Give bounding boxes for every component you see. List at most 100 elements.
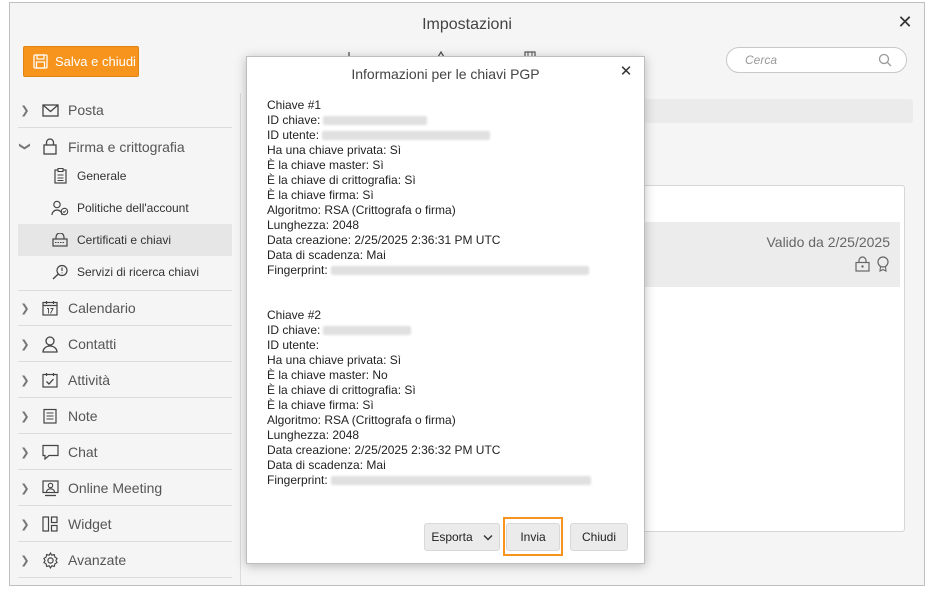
fingerprint-line: Fingerprint: — [267, 263, 627, 278]
content-header-bar — [641, 99, 913, 123]
key-id-label: ID chiave: — [267, 323, 321, 337]
fingerprint-line: Fingerprint: — [267, 473, 627, 488]
chevron-down-icon: ❯ — [18, 141, 31, 152]
certificate-icon — [51, 231, 69, 249]
chevron-right-icon: ❯ — [20, 410, 30, 423]
fingerprint-label: Fingerprint: — [267, 473, 328, 487]
master-key-line: È la chiave master: Sì — [267, 158, 384, 172]
sidebar-item-posta[interactable]: ❯ Posta — [18, 93, 232, 128]
close-label: Chiudi — [581, 530, 617, 544]
chevron-right-icon: ❯ — [20, 446, 30, 459]
valid-from-text: Valido da 2/25/2025 — [766, 234, 890, 250]
creation-date-line: Data creazione: 2/25/2025 2:36:31 PM UTC — [267, 233, 501, 247]
sidebar-item-label: Widget — [68, 516, 112, 532]
envelope-icon — [40, 101, 60, 119]
dialog-close-icon[interactable]: ✕ — [618, 64, 634, 80]
search-input[interactable]: Cerca — [726, 47, 907, 73]
sidebar-subitem-label: Politiche dell'account — [77, 201, 189, 215]
master-key-line: È la chiave master: No — [267, 368, 388, 382]
key-info-text: Chiave #1 ID chiave: ID utente: Ha una c… — [267, 98, 627, 488]
expiry-date-line: Data di scadenza: Mai — [267, 458, 386, 472]
checkbox-icon — [40, 371, 60, 389]
redacted-value — [330, 266, 589, 275]
algorithm-line: Algoritmo: RSA (Crittografa o firma) — [267, 413, 456, 427]
chevron-down-icon — [483, 534, 493, 540]
sidebar-subitem-label: Certificati e chiavi — [77, 233, 172, 247]
sidebar-item-avanzate[interactable]: ❯ Avanzate — [18, 543, 232, 578]
sidebar-subitem-certificati-e-chiavi[interactable]: Certificati e chiavi — [18, 224, 232, 256]
clipboard-icon — [51, 167, 69, 185]
sidebar-item-label: Posta — [68, 102, 104, 118]
key-header: Chiave #2 — [267, 308, 322, 322]
widget-icon — [40, 515, 60, 533]
search-placeholder: Cerca — [745, 53, 778, 67]
save-icon — [33, 54, 48, 69]
sidebar-item-online-meeting[interactable]: ❯ Online Meeting — [18, 471, 232, 506]
meeting-icon — [40, 479, 60, 497]
sidebar-item-label: Note — [68, 408, 98, 424]
key-id-line: ID chiave: — [267, 113, 627, 128]
sidebar-item-label: Avanzate — [68, 552, 127, 568]
award-icon — [877, 256, 889, 272]
chevron-right-icon: ❯ — [20, 374, 30, 387]
close-button[interactable]: Chiudi — [570, 523, 628, 551]
redacted-value — [322, 131, 491, 140]
signing-key-line: È la chiave firma: Sì — [267, 398, 374, 412]
save-and-close-button[interactable]: Salva e chiudi — [23, 46, 139, 77]
sidebar-item-contatti[interactable]: ❯ Contatti — [18, 327, 232, 362]
chat-icon — [40, 443, 60, 461]
sidebar-subitem-label: Generale — [77, 169, 127, 183]
pgp-key-info-dialog: Informazioni per le chiavi PGP ✕ Chiave … — [246, 56, 645, 564]
encryption-key-line: È la chiave di crittografia: Sì — [267, 173, 416, 187]
person-icon — [40, 335, 60, 353]
user-id-label: ID utente: — [267, 128, 320, 142]
window-title: Impostazioni — [422, 16, 512, 33]
certificate-row[interactable]: Valido da 2/25/2025 — [642, 222, 900, 287]
chevron-right-icon: ❯ — [20, 554, 30, 567]
sidebar-item-widget[interactable]: ❯ Widget — [18, 507, 232, 542]
sidebar-item-attivita[interactable]: ❯ Attività — [18, 363, 232, 398]
redacted-value — [330, 476, 591, 485]
sidebar-subitem-politiche-account[interactable]: Politiche dell'account — [18, 192, 232, 224]
key-search-icon — [51, 263, 69, 281]
user-id-line: ID utente: — [267, 128, 627, 143]
certificates-panel: Valido da 2/25/2025 — [641, 185, 905, 532]
sidebar-item-calendario[interactable]: ❯ Calendario — [18, 291, 232, 326]
gear-icon — [40, 551, 60, 569]
creation-date-line: Data creazione: 2/25/2025 2:36:32 PM UTC — [267, 443, 501, 457]
key-id-line: ID chiave: — [267, 323, 627, 338]
chevron-right-icon: ❯ — [20, 482, 30, 495]
sidebar-item-chat[interactable]: ❯ Chat — [18, 435, 232, 470]
sidebar-item-firma-e-crittografia[interactable]: ❯ Firma e crittografia — [18, 129, 232, 164]
redacted-value — [323, 116, 428, 125]
sidebar-subitem-generale[interactable]: Generale — [18, 160, 232, 192]
sidebar-item-label: Online Meeting — [68, 480, 163, 496]
length-line: Lunghezza: 2048 — [267, 218, 360, 232]
send-button-highlight — [503, 517, 563, 556]
sidebar-item-label: Firma e crittografia — [68, 138, 185, 155]
signing-key-line: È la chiave firma: Sì — [267, 188, 374, 202]
lock-icon — [40, 138, 60, 156]
export-button[interactable]: Esporta — [424, 523, 500, 551]
sidebar-subitem-label: Servizi di ricerca chiavi — [77, 265, 200, 279]
redacted-value — [323, 326, 412, 335]
chevron-right-icon: ❯ — [20, 302, 30, 315]
user-policy-icon — [51, 199, 69, 217]
sidebar-item-note[interactable]: ❯ Note — [18, 399, 232, 434]
window-close-icon[interactable]: ✕ — [896, 13, 914, 31]
sidebar-item-label: Chat — [68, 444, 98, 460]
sidebar-item-label: Contatti — [68, 336, 117, 352]
note-icon — [40, 407, 60, 425]
private-key-line: Ha una chiave privata: Sì — [267, 353, 402, 367]
key-id-label: ID chiave: — [267, 113, 321, 127]
chevron-right-icon: ❯ — [20, 338, 30, 351]
expiry-date-line: Data di scadenza: Mai — [267, 248, 386, 262]
user-id-label: ID utente: — [267, 338, 320, 352]
chevron-right-icon: ❯ — [20, 518, 30, 531]
chevron-right-icon: ❯ — [20, 104, 30, 117]
calendar-icon — [40, 299, 60, 317]
search-icon — [878, 53, 892, 67]
sidebar-subitem-servizi-ricerca-chiavi[interactable]: Servizi di ricerca chiavi — [18, 256, 232, 288]
length-line: Lunghezza: 2048 — [267, 428, 360, 442]
sidebar-item-label: Attività — [68, 372, 111, 388]
